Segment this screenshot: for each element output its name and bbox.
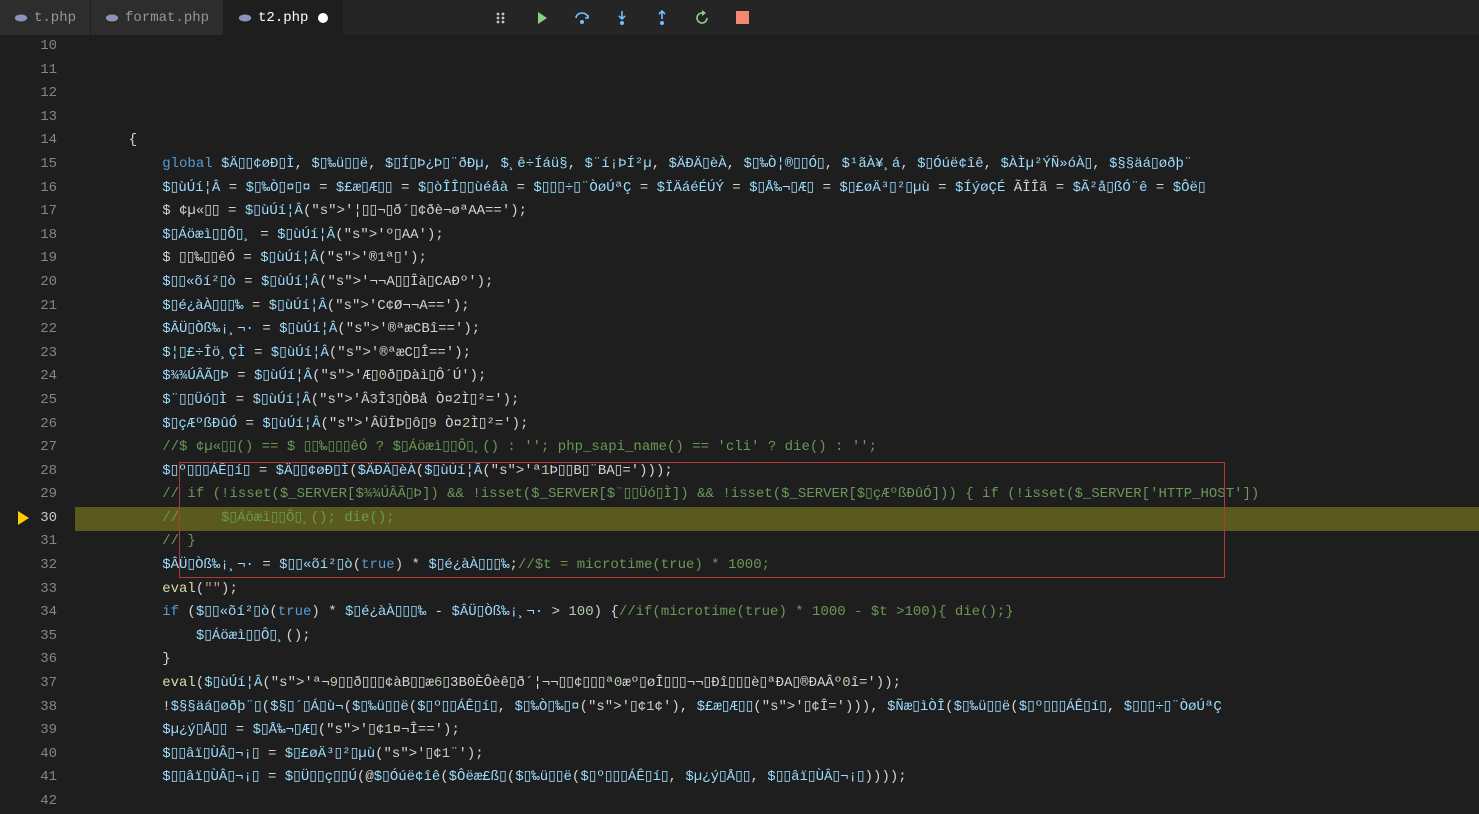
code-line[interactable]: $▯▯âï▯ÙÂ▯¬¡▯ = $▯Ü▯▯ç▯▯Ú(@$▯Óúë¢îê($Ôëæ£… <box>95 766 1479 790</box>
line-number: 22 <box>0 318 57 342</box>
line-number: 38 <box>0 696 57 720</box>
php-icon <box>105 11 119 25</box>
tab-label: t.php <box>34 10 76 26</box>
line-number: 13 <box>0 106 57 130</box>
code-line[interactable]: $ ▯▯‰▯▯êÓ = $▯ùÚí¦Â("s">'®1ª▯'); <box>95 247 1479 271</box>
line-number: 39 <box>0 719 57 743</box>
code-line[interactable]: $▯▯âï▯ÙÂ▯¬¡▯ = $▯£øÄ³▯²▯µù("s">'▯¢1¨'); <box>95 743 1479 767</box>
code-line[interactable]: !$§§äá▯øðþ¨▯($§▯´▯Á▯ù¬($▯‰ü▯▯ë($▯º▯▯ÁÊ▯í… <box>95 696 1479 720</box>
code-line[interactable]: global $Ä▯▯¢øÐ▯Ì, $▯‰ü▯▯ë, $▯Í▯Þ¿Þ▯¨ðÐµ,… <box>95 153 1479 177</box>
line-number: 35 <box>0 625 57 649</box>
tab-tphp[interactable]: t.php <box>0 0 91 35</box>
line-number: 24 <box>0 365 57 389</box>
php-icon <box>14 11 28 25</box>
code-line[interactable]: } <box>95 648 1479 672</box>
code-line[interactable]: // } <box>95 530 1479 554</box>
code-line[interactable]: $¦▯£÷Îö¸ÇÌ = $▯ùÚí¦Â("s">'®ªæC▯Î=='); <box>95 342 1479 366</box>
code-line[interactable]: eval(""); <box>95 578 1479 602</box>
code-line[interactable]: $▯Áöæì▯▯Ô▯¸(); <box>95 625 1479 649</box>
php-icon <box>238 11 252 25</box>
line-number: 25 <box>0 389 57 413</box>
code-line[interactable]: $▯çÆºßÐûÓ = $▯ùÚí¦Â("s">'ÂÜÎÞ▯ô▯9 Ò¤2Ì▯²… <box>95 413 1479 437</box>
code-line[interactable]: // if (!isset($_SERVER[$¾¾ÚÂÃ▯Þ]) && !is… <box>95 483 1479 507</box>
line-number: 11 <box>0 59 57 83</box>
line-number: 34 <box>0 601 57 625</box>
restart-icon[interactable] <box>693 9 711 27</box>
editor: 1011121314151617181920212223242526272829… <box>0 35 1479 792</box>
step-out-icon[interactable] <box>653 9 671 27</box>
line-number: 31 <box>0 530 57 554</box>
line-number: 18 <box>0 224 57 248</box>
tab-t2php[interactable]: t2.php <box>224 0 343 35</box>
code-line[interactable]: $¨▯▯Üó▯Ì = $▯ùÚí¦Â("s">'Â3Î3▯ÒBå Ò¤2Ì▯²=… <box>95 389 1479 413</box>
grip-icon[interactable] <box>493 9 511 27</box>
line-number: 37 <box>0 672 57 696</box>
code-area[interactable]: { global $Ä▯▯¢øÐ▯Ì, $▯‰ü▯▯ë, $▯Í▯Þ¿Þ▯¨ðÐ… <box>75 35 1479 792</box>
code-line[interactable]: $ÂÜ▯Òß‰¡¸¬· = $▯▯«õí²▯ò(true) * $▯é¿àÀ▯▯… <box>95 554 1479 578</box>
line-number: 32 <box>0 554 57 578</box>
line-number: 28 <box>0 460 57 484</box>
line-number: 19 <box>0 247 57 271</box>
step-over-icon[interactable] <box>573 9 591 27</box>
code-line[interactable]: $ÂÜ▯Òß‰¡¸¬· = $▯ùÚí¦Â("s">'®ªæCBî=='); <box>95 318 1479 342</box>
line-number: 17 <box>0 200 57 224</box>
line-number: 29 <box>0 483 57 507</box>
line-number: 26 <box>0 413 57 437</box>
line-number: 41 <box>0 766 57 790</box>
code-line[interactable]: $▯é¿àÀ▯▯▯‰ = $▯ùÚí¦Â("s">'C¢Ø¬¬A=='); <box>95 295 1479 319</box>
line-number: 12 <box>0 82 57 106</box>
line-number: 33 <box>0 578 57 602</box>
dirty-indicator-icon <box>318 13 328 23</box>
line-number: 27 <box>0 436 57 460</box>
tab-label: format.php <box>125 10 209 26</box>
line-number: 10 <box>0 35 57 59</box>
step-into-icon[interactable] <box>613 9 631 27</box>
code-line[interactable]: $ ¢µ«▯▯ = $▯ùÚí¦Â("s">'¦▯▯¬▯ð´▯¢ðè¬øªAA=… <box>95 200 1479 224</box>
play-icon[interactable] <box>533 9 551 27</box>
line-number: 16 <box>0 177 57 201</box>
code-line[interactable]: $▯ùÚí¦Â = $▯‰Ò▯¤▯¤ = $£æ▯Æ▯▯ = $▯òÎÎ▯▯ùé… <box>95 177 1479 201</box>
code-line[interactable]: $¾¾ÚÂÃ▯Þ = $▯ùÚí¦Â("s">'Æ▯0ð▯Dàì▯Ô´Ú'); <box>95 365 1479 389</box>
line-number: 20 <box>0 271 57 295</box>
line-number: 23 <box>0 342 57 366</box>
code-line[interactable]: if ($▯▯«õí²▯ò(true) * $▯é¿àÀ▯▯▯‰ - $ÂÜ▯Ò… <box>95 601 1479 625</box>
code-line[interactable]: $▯Áöæì▯▯Ô▯¸ = $▯ùÚí¦Â("s">'º▯AA'); <box>95 224 1479 248</box>
tab-label: t2.php <box>258 10 308 26</box>
code-line[interactable]: $µ¿ý▯Å▯▯ = $▯Å‰¬▯Æ▯("s">'▯¢1¤¬Î=='); <box>95 719 1479 743</box>
stop-icon[interactable] <box>733 9 751 27</box>
line-number: 15 <box>0 153 57 177</box>
code-line[interactable]: $▯º▯▯▯ÁÊ▯í▯ = $Ä▯▯¢øÐ▯Ì($ÄÐÄ▯èÀ($▯ùÚí¦Â(… <box>95 460 1479 484</box>
line-number: 36 <box>0 648 57 672</box>
line-number: 14 <box>0 129 57 153</box>
tabs-bar: t.php format.php t2.php <box>0 0 1479 35</box>
line-number: 42 <box>0 790 57 814</box>
code-line[interactable]: $▯▯«õí²▯ò = $▯ùÚí¦Â("s">'¬¬A▯▯Îà▯CAÐº'); <box>95 271 1479 295</box>
code-line[interactable]: //$ ¢µ«▯▯() == $ ▯▯‰▯▯▯êÓ ? $▯Áöæì▯▯Ô▯¸(… <box>95 436 1479 460</box>
tab-formatphp[interactable]: format.php <box>91 0 224 35</box>
current-line-icon <box>18 511 29 525</box>
line-number: 40 <box>0 743 57 767</box>
code-line[interactable]: eval($▯ùÚí¦Â("s">'ª¬9▯▯ð▯▯▯¢àB▯▯æ6▯3B0ÈÔ… <box>95 672 1479 696</box>
line-number: 21 <box>0 295 57 319</box>
code-line[interactable]: // $▯Áöæì▯▯Ô▯¸(); die(); <box>95 507 1479 531</box>
gutter: 1011121314151617181920212223242526272829… <box>0 35 75 792</box>
code-line[interactable]: { <box>95 129 1479 153</box>
debug-toolbar <box>493 9 751 27</box>
